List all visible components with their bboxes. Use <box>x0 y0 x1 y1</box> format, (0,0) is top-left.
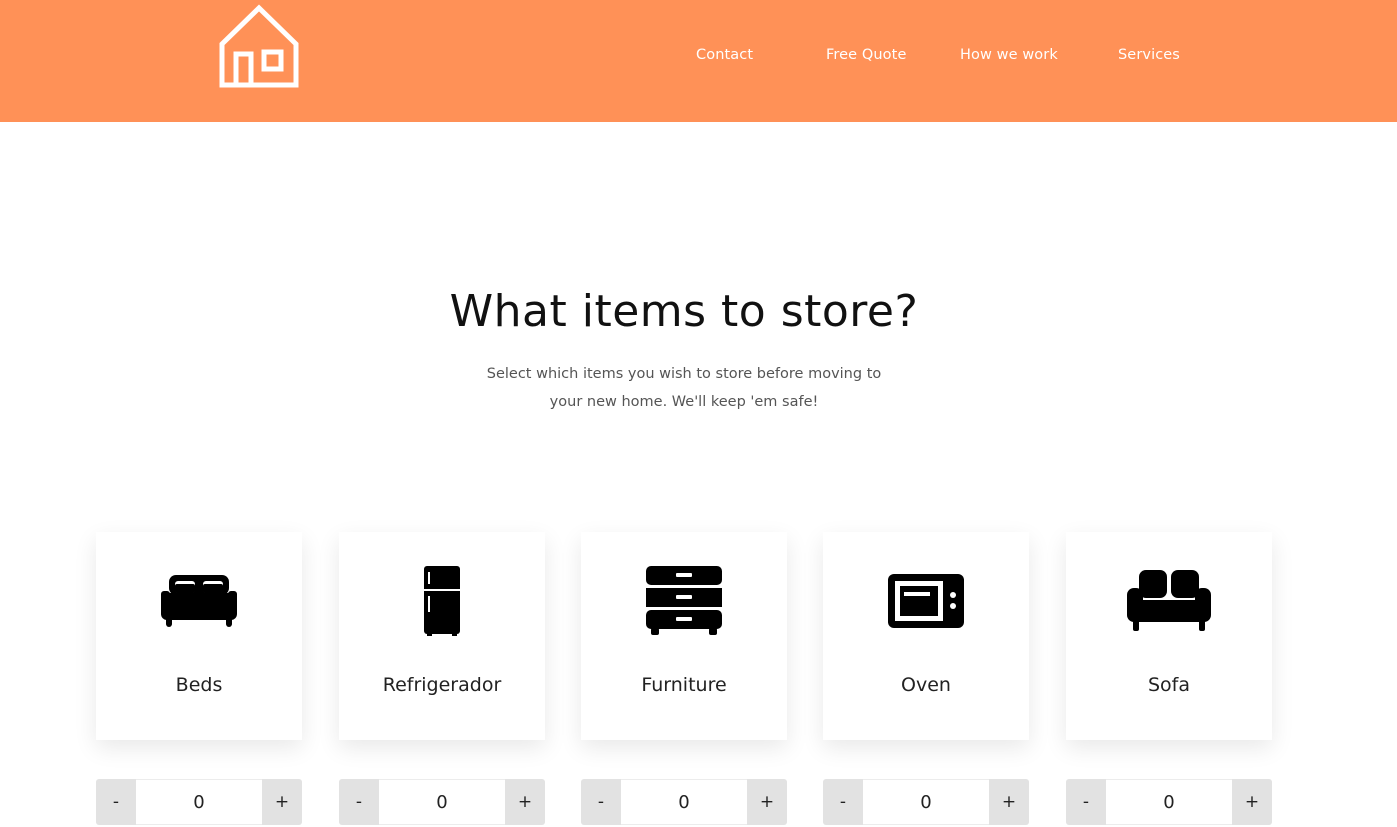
item-card-beds[interactable]: Beds <box>96 532 302 740</box>
house-logo-icon[interactable] <box>218 4 302 88</box>
sofa-icon <box>1066 564 1272 638</box>
decrement-button[interactable]: - <box>339 779 379 825</box>
item-label: Furniture <box>641 674 727 696</box>
quantity-input[interactable] <box>136 779 262 825</box>
nav-link-free-quote[interactable]: Free Quote <box>826 47 906 63</box>
increment-button[interactable]: + <box>989 779 1029 825</box>
decrement-button[interactable]: - <box>823 779 863 825</box>
item-card-oven[interactable]: Oven <box>823 532 1029 740</box>
bed-icon <box>96 564 302 638</box>
nav-link-services[interactable]: Services <box>1118 47 1180 63</box>
item-card-sofa[interactable]: Sofa <box>1066 532 1272 740</box>
quantity-input[interactable] <box>863 779 989 825</box>
quantity-stepper-sofa: - + <box>1066 779 1272 825</box>
item-label: Refrigerador <box>382 674 502 696</box>
decrement-button[interactable]: - <box>1066 779 1106 825</box>
quantity-input[interactable] <box>621 779 747 825</box>
site-header: Contact Free Quote How we work Services <box>0 0 1397 122</box>
page-title: What items to store? <box>449 286 919 337</box>
increment-button[interactable]: + <box>505 779 545 825</box>
quantity-input[interactable] <box>1106 779 1232 825</box>
quantity-stepper-furniture: - + <box>581 779 787 825</box>
item-label: Beds <box>175 674 223 696</box>
item-label: Sofa <box>1147 674 1191 696</box>
nav-link-contact[interactable]: Contact <box>696 47 753 63</box>
item-card-refrigerador[interactable]: Refrigerador <box>339 532 545 740</box>
increment-button[interactable]: + <box>262 779 302 825</box>
refrigerator-icon <box>339 564 545 638</box>
quantity-input[interactable] <box>379 779 505 825</box>
page-subtitle: Select which items you wish to store bef… <box>486 366 882 410</box>
quantity-stepper-oven: - + <box>823 779 1029 825</box>
quantity-stepper-refrigerador: - + <box>339 779 545 825</box>
increment-button[interactable]: + <box>1232 779 1272 825</box>
quantity-stepper-beds: - + <box>96 779 302 825</box>
nav-link-how-we-work[interactable]: How we work <box>960 47 1058 63</box>
decrement-button[interactable]: - <box>581 779 621 825</box>
item-card-furniture[interactable]: Furniture <box>581 532 787 740</box>
dresser-icon <box>581 564 787 638</box>
item-label: Oven <box>901 674 951 696</box>
increment-button[interactable]: + <box>747 779 787 825</box>
microwave-oven-icon <box>823 564 1029 638</box>
decrement-button[interactable]: - <box>96 779 136 825</box>
